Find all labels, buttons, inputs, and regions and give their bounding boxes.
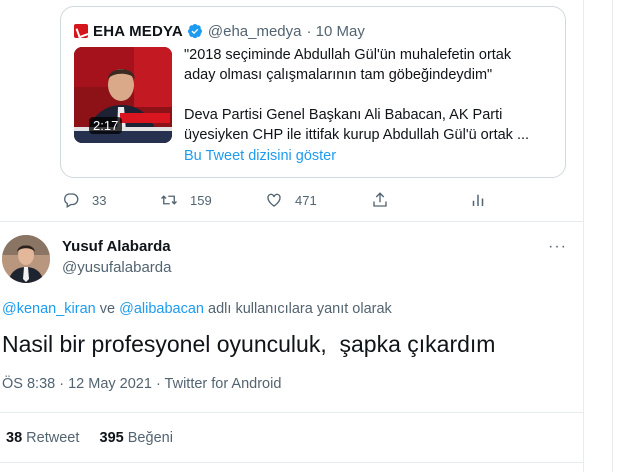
quoted-author-name[interactable]: EHA MEDYA (93, 23, 183, 40)
avatar-photo (2, 235, 50, 283)
retweet-total[interactable]: 38 (6, 430, 22, 446)
sidebar-border (612, 0, 613, 472)
quoted-tweet-card[interactable]: EHA MEDYA @eha_medya · 10 May 2:17 "2018… (60, 6, 566, 178)
eha-logo-icon (74, 24, 88, 38)
retweet-button[interactable]: 159 (160, 191, 212, 209)
quoted-text-line: Deva Partisi Genel Başkanı Ali Babacan, … (184, 107, 503, 123)
quoted-text-line: "2018 seçiminde Abdullah Gül'ün muhalefe… (184, 47, 512, 63)
video-thumbnail[interactable]: 2:17 (74, 47, 172, 143)
analytics-icon (472, 194, 484, 206)
tweet-text: Nasil bir profesyonel oyunculuk, şapka ç… (2, 331, 496, 357)
author-handle[interactable]: @yusufalabarda (62, 259, 171, 276)
like-count: 471 (295, 192, 317, 208)
quoted-text-line: üyesiyken CHP ile ittifak kurup Abdullah… (184, 127, 530, 143)
retweet-icon (161, 195, 177, 205)
quoted-text-line: aday olması çalışmalarının tam göbeğinde… (184, 67, 493, 83)
more-options-icon[interactable]: ··· (548, 238, 567, 256)
quoted-author-handle[interactable]: @eha_medya (208, 23, 302, 40)
reply-context: @kenan_kiran ve @alibabacan adlı kullanı… (2, 301, 392, 317)
like-button[interactable]: 471 (265, 191, 317, 209)
reply-icon (64, 193, 79, 208)
stats-divider (0, 462, 583, 463)
mention-link[interactable]: @kenan_kiran (2, 301, 96, 317)
meta-divider (0, 412, 583, 413)
show-thread-link[interactable]: Bu Tweet dizisini göster (184, 148, 336, 164)
quoted-tweet-header: EHA MEDYA @eha_medya · 10 May (74, 21, 365, 41)
quoted-tweet-text: "2018 seçiminde Abdullah Gül'ün muhalefe… (184, 45, 554, 145)
like-total[interactable]: 395 (100, 430, 124, 446)
author-name[interactable]: Yusuf Alabarda (62, 238, 171, 255)
like-icon (267, 193, 281, 207)
reply-suffix: adlı kullanıcılara yanıt olarak (208, 301, 392, 317)
author-avatar[interactable] (2, 235, 50, 283)
analytics-button[interactable] (469, 191, 499, 209)
tweet-divider (0, 221, 583, 222)
timeline-border-right (583, 0, 584, 472)
reply-connector: ve (99, 301, 116, 317)
retweet-label[interactable]: Retweet (26, 430, 79, 446)
mention-link[interactable]: @alibabacan (119, 301, 204, 317)
verified-badge-icon (187, 24, 202, 39)
share-button[interactable] (371, 191, 401, 209)
previous-tweet-actions: 33 159 471 (62, 191, 522, 211)
tweet-stats: 38 Retweet 395 Beğeni (6, 430, 173, 446)
reply-button[interactable]: 33 (62, 191, 106, 209)
quoted-date[interactable]: · 10 May (307, 23, 365, 40)
reply-count: 33 (92, 192, 107, 208)
video-duration: 2:17 (89, 117, 123, 134)
retweet-count: 159 (190, 192, 212, 208)
share-icon (373, 192, 387, 207)
like-label[interactable]: Beğeni (128, 430, 173, 446)
tweet-meta[interactable]: ÖS 8:38 · 12 May 2021 · Twitter for Andr… (2, 376, 281, 392)
